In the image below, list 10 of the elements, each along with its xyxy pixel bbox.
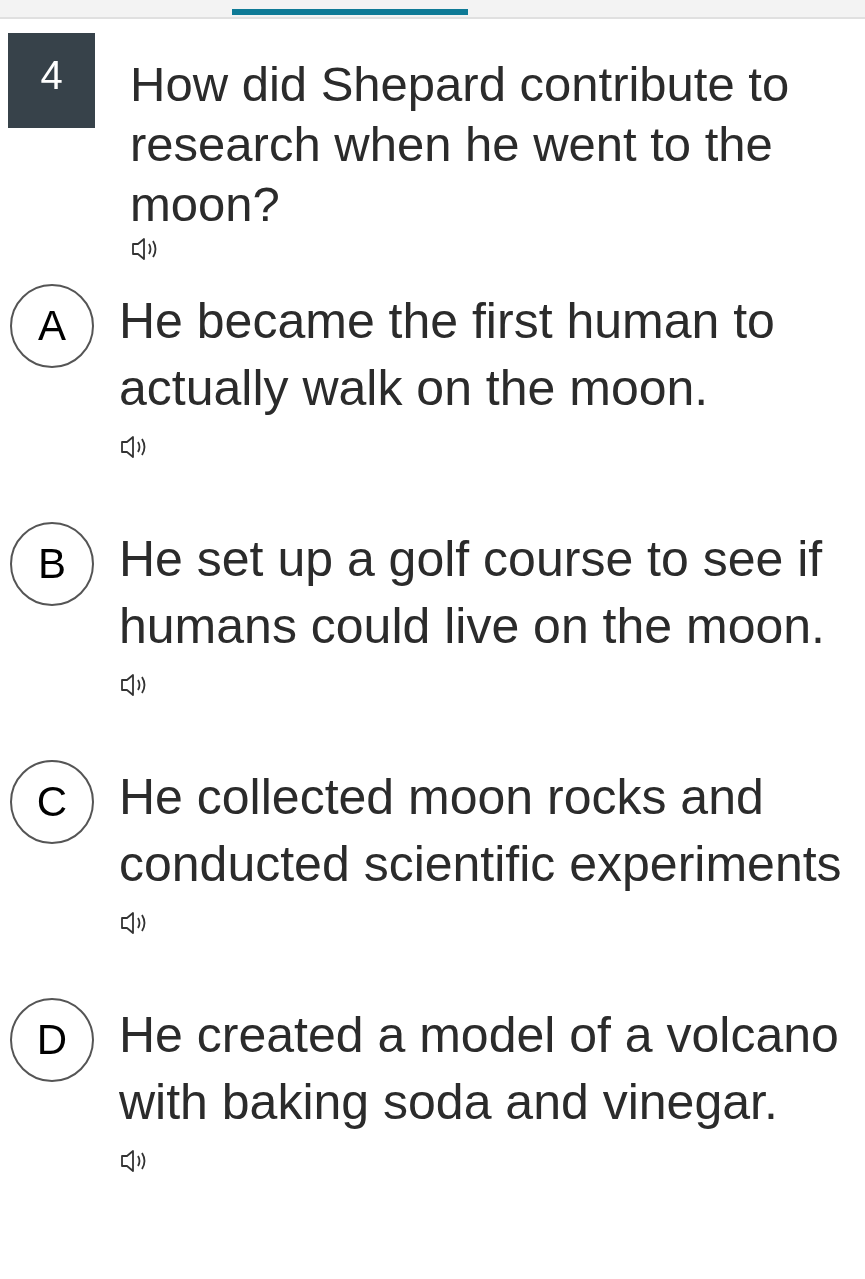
question-number: 4: [8, 33, 95, 128]
option-letter[interactable]: B: [10, 522, 94, 606]
option-letter[interactable]: C: [10, 760, 94, 844]
option-letter[interactable]: D: [10, 998, 94, 1082]
option-text: He set up a golf course to see if humans could live on the moon.: [119, 531, 825, 654]
option-text: He created a model of a volcano with baking soda and vinegar.: [119, 1007, 839, 1130]
option-text: He became the first human to actually walk on the moon.: [119, 293, 775, 416]
option-letter[interactable]: A: [10, 284, 94, 368]
option-text: He collected moon rocks and conducted scientific experiments: [119, 769, 842, 892]
question-text: How did Shepard contribute to research when he went to the moon?: [130, 57, 790, 231]
